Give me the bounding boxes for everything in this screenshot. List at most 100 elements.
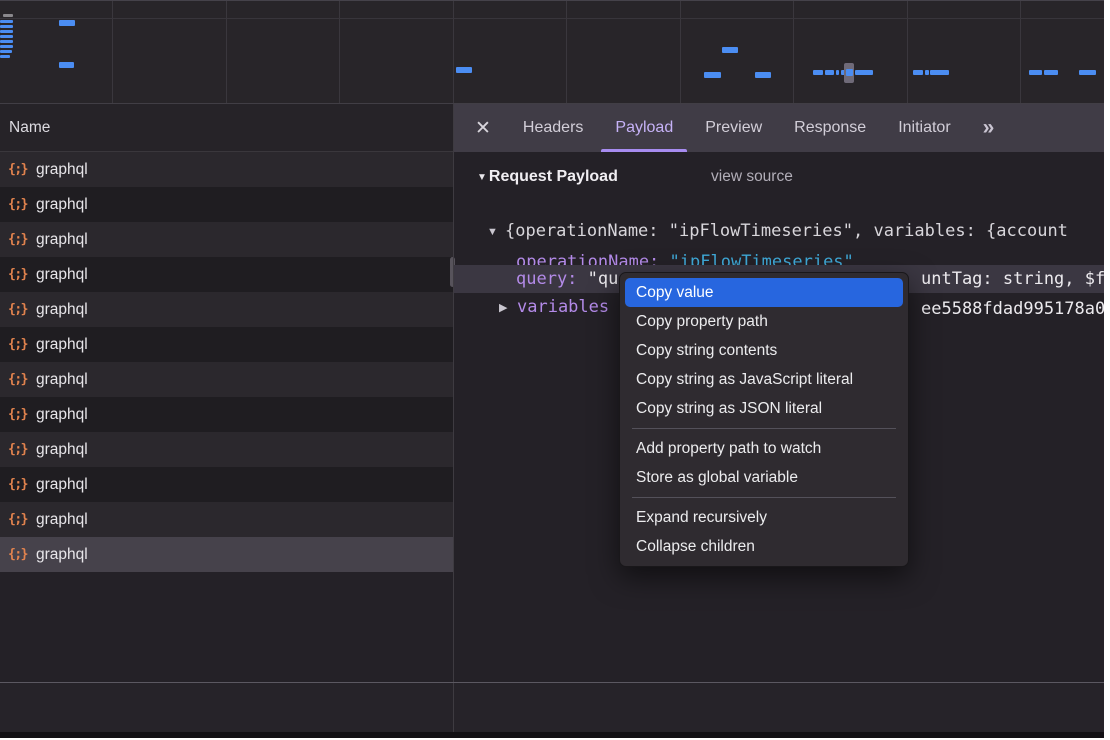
request-timing-bar xyxy=(456,67,472,73)
overview-gridline xyxy=(453,1,454,103)
menu-item-copy-value[interactable]: Copy value xyxy=(625,278,903,307)
request-timing-bar xyxy=(836,70,839,75)
request-row-graphql[interactable]: {;} graphql xyxy=(0,397,453,432)
overview-gridline xyxy=(226,1,227,103)
menu-separator xyxy=(632,497,896,498)
summary-footer xyxy=(0,683,1104,732)
request-timing-bar xyxy=(925,70,929,75)
name-column-header[interactable]: Name xyxy=(0,104,453,152)
request-row-graphql[interactable]: {;}graphql xyxy=(0,327,453,362)
menu-item-store-as-global-variable[interactable]: Store as global variable xyxy=(625,463,903,492)
request-name-label: graphql xyxy=(36,301,88,319)
overview-gridline xyxy=(339,1,340,103)
request-payload-title: Request Payload xyxy=(489,168,618,186)
context-menu: Copy valueCopy property pathCopy string … xyxy=(619,272,909,567)
menu-item-expand-recursively[interactable]: Expand recursively xyxy=(625,503,903,532)
overview-gridline xyxy=(680,1,681,103)
tab-initiator[interactable]: Initiator xyxy=(898,104,950,152)
collapse-triangle-icon[interactable]: ▼ xyxy=(477,172,487,183)
request-row-graphql[interactable]: {;} graphql xyxy=(0,467,453,502)
name-column-label: Name xyxy=(9,119,50,137)
request-timing-bar xyxy=(855,70,873,75)
overview-gridline xyxy=(793,1,794,103)
overview-gridline xyxy=(566,1,567,103)
request-name-label: graphql xyxy=(36,161,88,179)
view-source-link[interactable]: view source xyxy=(711,168,793,186)
variables-row[interactable]: variables xyxy=(517,297,609,317)
request-timing-bar xyxy=(825,70,834,75)
tab-response[interactable]: Response xyxy=(794,104,866,152)
json-braces-icon: {;} xyxy=(8,442,27,457)
request-timing-bar xyxy=(913,70,923,75)
json-braces-icon: {;} xyxy=(8,407,27,422)
request-list: {;} graphql {;} graphql {;} graphql {;} graphql… xyxy=(0,152,453,572)
query-value-right-fragment: untTag: string, $f xyxy=(921,269,1104,289)
request-timing-bar xyxy=(0,35,13,38)
expand-triangle-icon[interactable]: ▶ xyxy=(499,301,507,314)
request-timing-bar xyxy=(59,20,75,26)
menu-item-collapse-children[interactable]: Collapse children xyxy=(625,532,903,561)
request-timing-bar xyxy=(1044,70,1058,75)
request-row-graphql[interactable]: {;}graphql xyxy=(0,292,453,327)
request-timing-bar xyxy=(755,72,771,78)
request-row-graphql[interactable]: {;}graphql xyxy=(0,152,453,187)
request-name-label: graphql xyxy=(36,476,88,494)
menu-item-add-property-path-to-watch[interactable]: Add property path to watch xyxy=(625,434,903,463)
devtools-network-panel: Name {;}graphql{;}graphql{;}graphql{;}gr… xyxy=(0,0,1104,738)
request-timing-bar xyxy=(1029,70,1042,75)
request-timing-bar xyxy=(0,20,13,23)
json-braces-icon: {;} xyxy=(8,547,27,562)
request-timing-bar xyxy=(0,40,13,43)
request-payload-section[interactable]: ▼ Request Payload xyxy=(477,166,618,188)
request-timing-bar xyxy=(0,55,10,58)
request-row-graphql[interactable]: {;} graphql xyxy=(0,502,453,537)
request-timing-bar xyxy=(0,30,13,33)
json-braces-icon: {;} xyxy=(8,512,27,527)
json-braces-icon: {;} xyxy=(8,477,27,492)
overview-gridline xyxy=(907,1,908,103)
menu-item-copy-string-as-json-literal[interactable]: Copy string as JSON literal xyxy=(625,394,903,423)
json-braces-icon: {;} xyxy=(8,337,27,352)
json-braces-icon: {;} xyxy=(8,372,27,387)
property-value-fragment: "qu xyxy=(588,269,619,289)
request-name-label: graphql xyxy=(36,266,88,284)
menu-separator xyxy=(632,428,896,429)
tab-preview[interactable]: Preview xyxy=(705,104,762,152)
request-timing-bar xyxy=(930,70,949,75)
overview-gridline xyxy=(0,18,1104,19)
json-braces-icon: {;} xyxy=(8,267,27,282)
property-key: variables xyxy=(517,297,609,317)
overview-gridline xyxy=(1020,1,1021,103)
request-name-label: graphql xyxy=(36,511,88,529)
details-tab-bar: ✕ Headers Payload Preview Response Initiator… xyxy=(454,104,1104,152)
network-overview-timeline[interactable] xyxy=(0,0,1104,104)
request-row-graphql[interactable]: {;}graphql xyxy=(0,432,453,467)
request-timing-bar xyxy=(704,72,721,78)
menu-item-copy-string-contents[interactable]: Copy string contents xyxy=(625,336,903,365)
pane-divider-footer xyxy=(453,683,454,732)
request-row-graphql[interactable]: {;} graphql xyxy=(0,222,453,257)
request-name-label: graphql xyxy=(36,196,88,214)
more-tabs-icon[interactable]: » xyxy=(983,116,994,140)
request-timing-bar xyxy=(0,25,13,28)
menu-item-copy-property-path[interactable]: Copy property path xyxy=(625,307,903,336)
request-row-graphql[interactable]: {;} graphql xyxy=(0,362,453,397)
request-name-label: graphql xyxy=(36,406,88,424)
close-icon[interactable]: ✕ xyxy=(475,119,491,138)
request-name-label: graphql xyxy=(36,371,88,389)
request-row-graphql[interactable]: {;} graphql xyxy=(0,537,453,572)
tab-headers[interactable]: Headers xyxy=(523,104,583,152)
request-name-label: graphql xyxy=(36,231,88,249)
request-timing-bar xyxy=(59,62,74,68)
pane-divider[interactable] xyxy=(453,104,454,732)
request-row-graphql[interactable]: {;} graphql xyxy=(0,257,453,292)
tab-payload[interactable]: Payload xyxy=(615,104,673,152)
request-name-label: graphql xyxy=(36,546,88,564)
overview-gridline xyxy=(112,1,113,103)
query-row[interactable]: query: "qu xyxy=(516,269,618,289)
json-braces-icon: {;} xyxy=(8,232,27,247)
request-row-graphql[interactable]: {;}graphql xyxy=(0,187,453,222)
expand-triangle-icon[interactable]: ▼ xyxy=(487,226,498,238)
menu-item-copy-string-as-javascript-literal[interactable]: Copy string as JavaScript literal xyxy=(625,365,903,394)
request-timing-bar xyxy=(3,14,13,17)
